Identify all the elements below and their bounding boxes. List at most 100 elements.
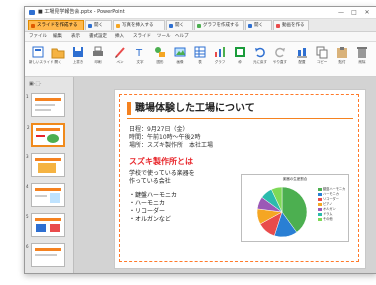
pie-chart[interactable]: 楽器の生産割合 鍵盤ハーモニカ ハーモニカ リコーダー ピアノ オルガン ドラム その他 <box>241 174 349 242</box>
copy-button[interactable]: コピー <box>313 44 331 74</box>
legend-swatch <box>318 197 322 201</box>
legend-label: ハーモニカ <box>323 192 339 196</box>
slide[interactable]: 職場体験した工場について 日程：9月27日（金） 時間：午前10時〜午後2時 場… <box>114 89 366 269</box>
delete-button[interactable]: 削除 <box>353 44 371 74</box>
legend-label: ドラム <box>323 212 333 216</box>
legend-swatch <box>318 192 322 196</box>
slide-icon <box>31 24 35 28</box>
text-button[interactable]: T 文字 <box>131 44 149 74</box>
slide-thumbnail-pane: ▣·⬚· 1 2 3 4 5 6 <box>25 77 74 273</box>
bullet-item[interactable]: ・鍵盤ハーモニカ <box>129 192 177 200</box>
svg-text:T: T <box>135 48 143 59</box>
slide-canvas: 職場体験した工場について 日程：9月27日（金） 時間：午前10時〜午後2時 場… <box>74 77 376 273</box>
save-button[interactable]: 上書き <box>69 44 87 74</box>
menu-format[interactable]: 書式設定 <box>89 32 107 41</box>
menu-tools[interactable]: ツール <box>157 32 171 41</box>
new-slide-button[interactable]: 新しいスライド <box>29 44 54 74</box>
bullet-item[interactable]: ・ハーモニカ <box>129 200 165 208</box>
frame-icon <box>235 47 245 57</box>
frame-button[interactable]: 枠 <box>231 44 249 74</box>
body-text-line[interactable]: 学校で使っている楽器を <box>129 170 195 178</box>
chart-button[interactable]: グラフ <box>211 44 229 74</box>
minimize-button[interactable]: — <box>335 7 347 18</box>
slide-thumbnail[interactable]: 6 <box>26 243 65 267</box>
tab-open-1[interactable]: 開く <box>85 20 112 30</box>
text-icon: T <box>135 48 143 59</box>
menu-bar: ファイル 編集 表示 書式設定 挿入 スライド ツール ヘルプ <box>25 32 376 42</box>
chart-icon <box>215 47 225 57</box>
toolbar: 新しいスライド 開く 上書き 印刷 ペン T 文字 図形 画像 表 グラフ 枠 元… <box>25 42 376 77</box>
pen-button[interactable]: ペン <box>111 44 129 74</box>
menu-edit[interactable]: 編集 <box>53 32 62 41</box>
print-button[interactable]: 印刷 <box>89 44 107 74</box>
menu-insert[interactable]: 挿入 <box>115 32 124 41</box>
legend-swatch <box>318 202 322 206</box>
picture-button[interactable]: 画像 <box>171 44 189 74</box>
pane-toolbar-icon[interactable]: ▣·⬚· <box>29 81 42 87</box>
table-button[interactable]: 表 <box>191 44 209 74</box>
tab-make-video[interactable]: 動画を作る <box>273 20 309 30</box>
subheading[interactable]: スズキ製作所とは <box>129 156 193 167</box>
legend-swatch <box>318 187 322 191</box>
undo-icon <box>255 47 265 58</box>
legend-item: オルガン <box>318 207 336 211</box>
table-icon <box>194 46 206 58</box>
open-icon <box>248 24 252 28</box>
maximize-button[interactable]: □ <box>348 7 360 18</box>
copy-icon <box>316 46 328 59</box>
chart-icon <box>197 24 201 28</box>
slide-thumbnail[interactable]: 4 <box>26 183 65 207</box>
open-icon <box>169 24 173 28</box>
menu-slide[interactable]: スライド <box>133 32 151 41</box>
close-button[interactable]: ✕ <box>361 7 373 18</box>
open-icon <box>88 24 92 28</box>
tab-open-3[interactable]: 開く <box>245 20 272 30</box>
info-place[interactable]: 場所：スズキ製作所 本社工場 <box>129 142 213 150</box>
legend-swatch <box>318 212 322 216</box>
info-time[interactable]: 時間：午前10時〜午後2時 <box>129 134 200 142</box>
align-icon <box>297 48 307 58</box>
legend-swatch <box>318 217 322 221</box>
picture-icon <box>174 47 186 57</box>
slide-title[interactable]: 職場体験した工場について <box>135 101 255 116</box>
info-date[interactable]: 日程：9月27日（金） <box>129 126 188 134</box>
tab-insert-photo[interactable]: 写真を挿入する <box>113 20 165 30</box>
tab-create-chart[interactable]: グラフを作成する <box>194 20 244 30</box>
slide-thumbnail-selected[interactable]: 2 <box>27 123 65 147</box>
legend-item: リコーダー <box>318 197 339 201</box>
tab-create-slide[interactable]: スライドを作成する <box>28 20 84 30</box>
delete-icon <box>357 47 367 58</box>
bullet-item[interactable]: ・オルガンなど <box>129 216 171 224</box>
redo-button[interactable]: やり直す <box>271 44 289 74</box>
legend-item: ピアノ <box>318 202 332 206</box>
legend-label: ピアノ <box>323 202 333 206</box>
new-slide-icon <box>32 46 44 58</box>
legend-swatch <box>318 207 322 211</box>
title-bar: ■ 工場見学報告会.pptx - PowerPoint — □ ✕ <box>25 7 376 19</box>
slide-thumbnail[interactable]: 5 <box>26 213 65 237</box>
paste-button[interactable]: 貼付 <box>333 44 351 74</box>
tab-open-2[interactable]: 開く <box>166 20 193 30</box>
menu-file[interactable]: ファイル <box>29 32 47 41</box>
shape-button[interactable]: 図形 <box>151 44 169 74</box>
body-text-line[interactable]: 作っている会社 <box>129 178 171 186</box>
photo-icon <box>116 24 120 28</box>
legend-label: 鍵盤ハーモニカ <box>323 187 346 191</box>
undo-button[interactable]: 元に戻す <box>251 44 269 74</box>
legend-item: ハーモニカ <box>318 192 339 196</box>
menu-help[interactable]: ヘルプ <box>175 32 189 41</box>
legend-item: その他 <box>318 217 333 221</box>
shape-icon <box>155 47 165 57</box>
open-button[interactable]: 開く <box>49 44 67 74</box>
bullet-item[interactable]: ・リコーダー <box>129 208 165 216</box>
slide-thumbnail[interactable]: 3 <box>26 153 65 177</box>
task-tab-bar: スライドを作成する 開く 写真を挿入する 開く グラフを作成する 開く 動画を作… <box>25 19 376 32</box>
slide-thumbnail[interactable]: 1 <box>26 93 65 117</box>
align-button[interactable]: 配置 <box>293 44 311 74</box>
app-window: ■ 工場見学報告会.pptx - PowerPoint — □ ✕ スライドを作… <box>24 6 376 274</box>
menu-view[interactable]: 表示 <box>71 32 80 41</box>
print-icon <box>93 46 103 56</box>
window-title: ■ 工場見学報告会.pptx - PowerPoint <box>38 9 125 15</box>
legend-item: ドラム <box>318 212 332 216</box>
paste-icon <box>337 47 347 58</box>
